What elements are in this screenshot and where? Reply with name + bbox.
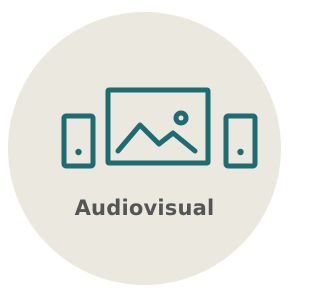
audiovisual-icon <box>57 76 264 172</box>
mountain-icon <box>115 122 198 154</box>
right-speaker-icon <box>223 113 258 169</box>
left-speaker-icon <box>61 113 96 169</box>
tile-label: Audiovisual <box>74 196 215 220</box>
sun-icon <box>173 110 189 126</box>
